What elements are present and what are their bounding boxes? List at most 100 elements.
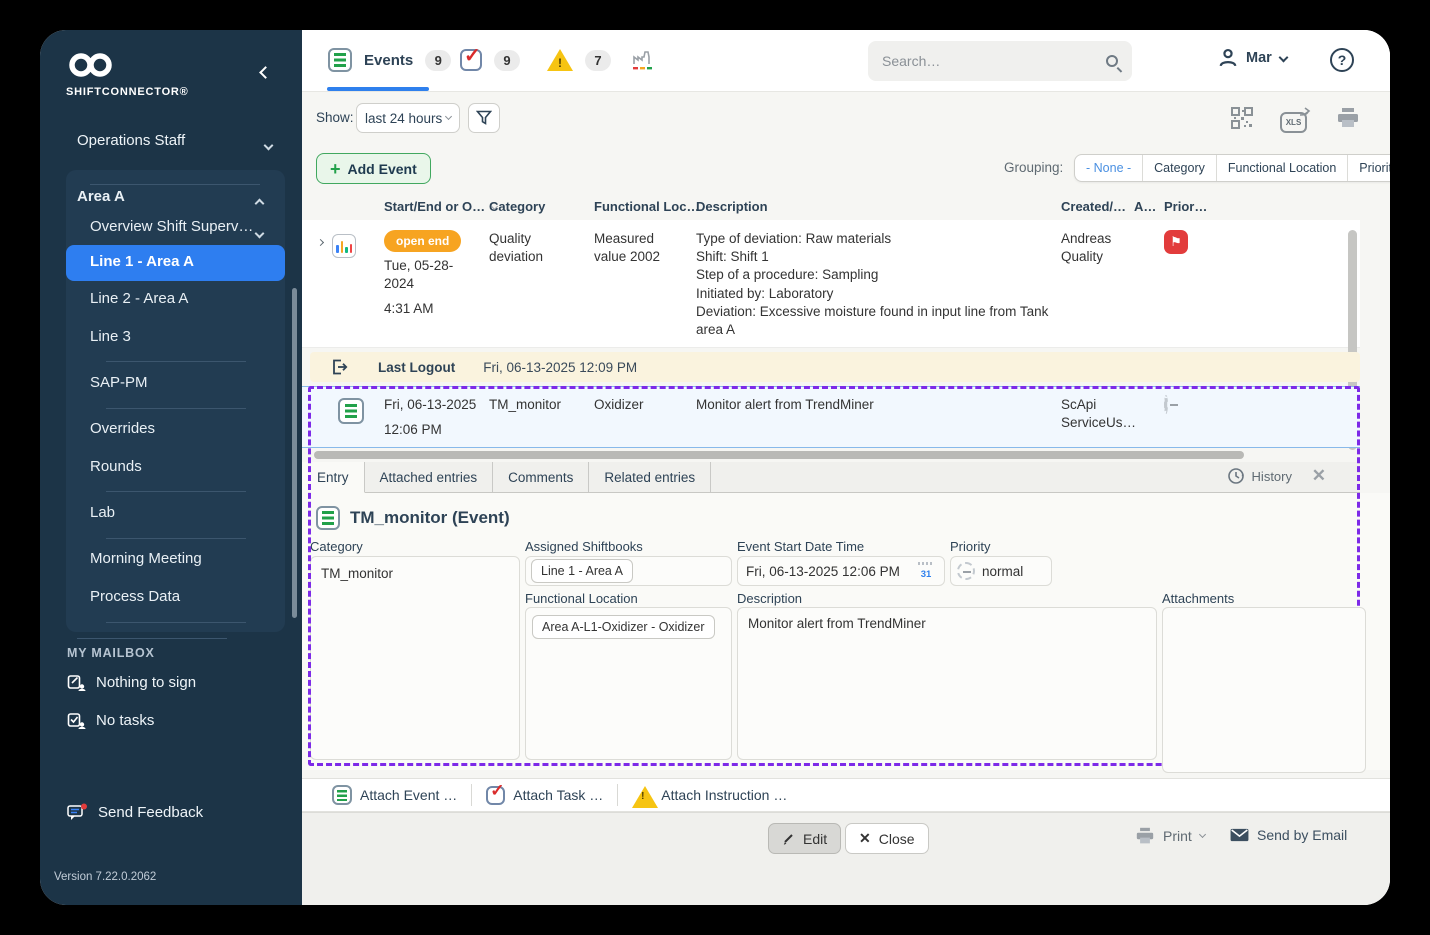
- col-a[interactable]: A…: [1134, 199, 1164, 214]
- tab-comments[interactable]: Comments: [493, 462, 590, 492]
- send-feedback-button[interactable]: Send Feedback: [67, 803, 203, 822]
- divider: [106, 408, 246, 409]
- attachments-field[interactable]: [1162, 607, 1366, 773]
- pencil-icon: [783, 834, 793, 845]
- sidebar-item-operations-staff[interactable]: Operations Staff: [77, 132, 185, 149]
- grouping-option-category[interactable]: Category: [1143, 155, 1217, 181]
- col-priority[interactable]: Prior…: [1164, 199, 1360, 214]
- description-label: Description: [737, 591, 803, 606]
- priority-field[interactable]: normal: [950, 556, 1052, 586]
- divider: [106, 361, 246, 362]
- events-list-icon: [328, 48, 352, 72]
- printer-icon: [1136, 827, 1154, 844]
- shiftconnector-logo-icon: [66, 52, 118, 85]
- tab-attached-entries[interactable]: Attached entries: [365, 462, 494, 492]
- bottom-action-bar: Edit ✕ Close Print Send by Email: [302, 812, 1390, 905]
- tasks-check-icon: ✓: [486, 781, 506, 805]
- print-menu-button[interactable]: Print: [1135, 827, 1206, 845]
- close-detail-icon[interactable]: ✕: [1312, 466, 1326, 486]
- functional-location-field[interactable]: Area A-L1-Oxidizer - Oxidizer: [525, 607, 732, 760]
- add-event-button[interactable]: + Add Event: [316, 153, 431, 184]
- close-button[interactable]: ✕ Close: [845, 823, 929, 854]
- assigned-shiftbooks-field[interactable]: Line 1 - Area A: [525, 556, 732, 586]
- priority-value: normal: [982, 563, 1024, 579]
- attach-instruction-label: Attach Instruction …: [661, 787, 788, 803]
- sidebar-item-lab[interactable]: Lab: [90, 504, 115, 521]
- filter-button[interactable]: [468, 103, 500, 133]
- sidebar-item-process-data[interactable]: Process Data: [90, 588, 180, 605]
- table-row[interactable]: open end Tue, 05-28-2024 4:31 AM Quality…: [302, 220, 1360, 348]
- chevron-down-icon[interactable]: [254, 224, 265, 242]
- chevron-down-icon[interactable]: [263, 136, 274, 154]
- sidebar-item-line2-area-a[interactable]: Line 2 - Area A: [90, 290, 188, 307]
- sidebar-item-rounds[interactable]: Rounds: [90, 458, 142, 475]
- chevron-up-icon[interactable]: [254, 194, 265, 212]
- filter-row: Show: last 24 hours XLS: [302, 92, 1390, 144]
- col-description[interactable]: Description: [696, 199, 1061, 214]
- version-label: Version 7.22.0.2062: [54, 871, 157, 883]
- grouping-option-none[interactable]: - None -: [1075, 155, 1144, 181]
- factory-icon: [633, 51, 652, 70]
- main-panel: Events 9 ✓ 9 ! 7 Search… Mar ? Show: las…: [302, 30, 1390, 905]
- send-by-email-button[interactable]: Send by Email: [1230, 827, 1347, 843]
- col-functional-location[interactable]: Functional Loc…: [594, 199, 699, 214]
- col-created[interactable]: Created/…: [1061, 199, 1134, 214]
- edit-button[interactable]: Edit: [768, 823, 842, 854]
- event-start-field[interactable]: Fri, 06-13-2025 12:06 PM 31: [737, 556, 945, 586]
- row-date: Fri, 06-13-2025: [384, 397, 477, 412]
- tab-events[interactable]: Events 9: [328, 48, 452, 72]
- help-button[interactable]: ?: [1330, 48, 1354, 72]
- funnel-icon: [476, 110, 492, 125]
- shiftbook-chip[interactable]: Line 1 - Area A: [531, 559, 634, 583]
- search-input[interactable]: [882, 53, 1106, 69]
- tab-plant-status[interactable]: [630, 48, 656, 77]
- entry-title: TM_monitor (Event): [350, 508, 510, 527]
- sidebar-item-line1-area-a-selected[interactable]: Line 1 - Area A: [66, 245, 285, 281]
- qr-code-button[interactable]: [1230, 106, 1254, 135]
- sidebar-item-overview-shift-supervisor[interactable]: Overview Shift Superv…: [90, 218, 253, 235]
- mailbox-item-label: No tasks: [96, 712, 155, 729]
- tab-related-entries[interactable]: Related entries: [589, 462, 712, 492]
- attach-task-button[interactable]: ✓ Attach Task …: [472, 781, 617, 805]
- grouping-option-priority[interactable]: Priority: [1348, 155, 1390, 181]
- history-button[interactable]: History: [1227, 467, 1292, 485]
- sidebar-item-morning-meeting[interactable]: Morning Meeting: [90, 550, 202, 567]
- attach-event-button[interactable]: Attach Event …: [318, 785, 471, 805]
- chevron-down-icon: [1278, 52, 1289, 63]
- sidebar-group-title[interactable]: Area A: [77, 188, 125, 205]
- sidebar-item-line3[interactable]: Line 3: [90, 328, 131, 345]
- category-field[interactable]: TM_monitor: [310, 556, 520, 760]
- horizontal-scrollbar[interactable]: [314, 451, 1244, 459]
- col-start-end[interactable]: Start/End or O…: [384, 199, 498, 214]
- sidebar-collapse-icon[interactable]: [259, 64, 272, 82]
- sidebar-group-area-a: Area A Overview Shift Superv… Line 1 - A…: [66, 170, 285, 632]
- time-range-select[interactable]: last 24 hours: [356, 103, 460, 133]
- mailbox-item-no-tasks[interactable]: No tasks: [67, 711, 154, 730]
- grouping-option-functional-location[interactable]: Functional Location: [1217, 155, 1349, 181]
- table-row-selected[interactable]: Fri, 06-13-2025 12:06 PM TM_monitor Oxid…: [302, 386, 1360, 448]
- sidebar-scrollbar[interactable]: [292, 288, 297, 618]
- sidebar-item-overrides[interactable]: Overrides: [90, 420, 155, 437]
- search-box[interactable]: [868, 41, 1132, 81]
- edit-label: Edit: [803, 830, 828, 847]
- tab-entry[interactable]: Entry: [302, 462, 365, 493]
- actions-row: + Add Event Grouping: - None - Category …: [302, 144, 1390, 192]
- functional-location-chip[interactable]: Area A-L1-Oxidizer - Oxidizer: [532, 615, 715, 639]
- user-menu[interactable]: Mar: [1218, 48, 1289, 67]
- tab-tasks[interactable]: ✓ 9: [460, 45, 520, 71]
- calendar-icon[interactable]: 31: [916, 561, 936, 581]
- attach-instruction-button[interactable]: ! Attach Instruction …: [618, 786, 801, 808]
- export-arrow-icon: [1300, 106, 1311, 116]
- xls-export-button[interactable]: XLS: [1280, 106, 1311, 133]
- sidebar: SHIFTCONNECTOR® Operations Staff Area A …: [40, 30, 302, 905]
- mailbox-item-nothing-to-sign[interactable]: Nothing to sign: [67, 673, 196, 692]
- send-by-email-label: Send by Email: [1257, 827, 1348, 843]
- attachments-label: Attachments: [1162, 591, 1235, 606]
- col-category[interactable]: Category: [489, 199, 594, 214]
- sidebar-item-sap-pm[interactable]: SAP-PM: [90, 374, 148, 391]
- expand-row-icon[interactable]: [316, 238, 325, 247]
- description-field[interactable]: Monitor alert from TrendMiner: [737, 607, 1157, 760]
- print-button[interactable]: [1336, 107, 1360, 134]
- tasks-check-icon: ✓: [460, 45, 482, 71]
- tab-warnings[interactable]: ! 7: [547, 49, 611, 71]
